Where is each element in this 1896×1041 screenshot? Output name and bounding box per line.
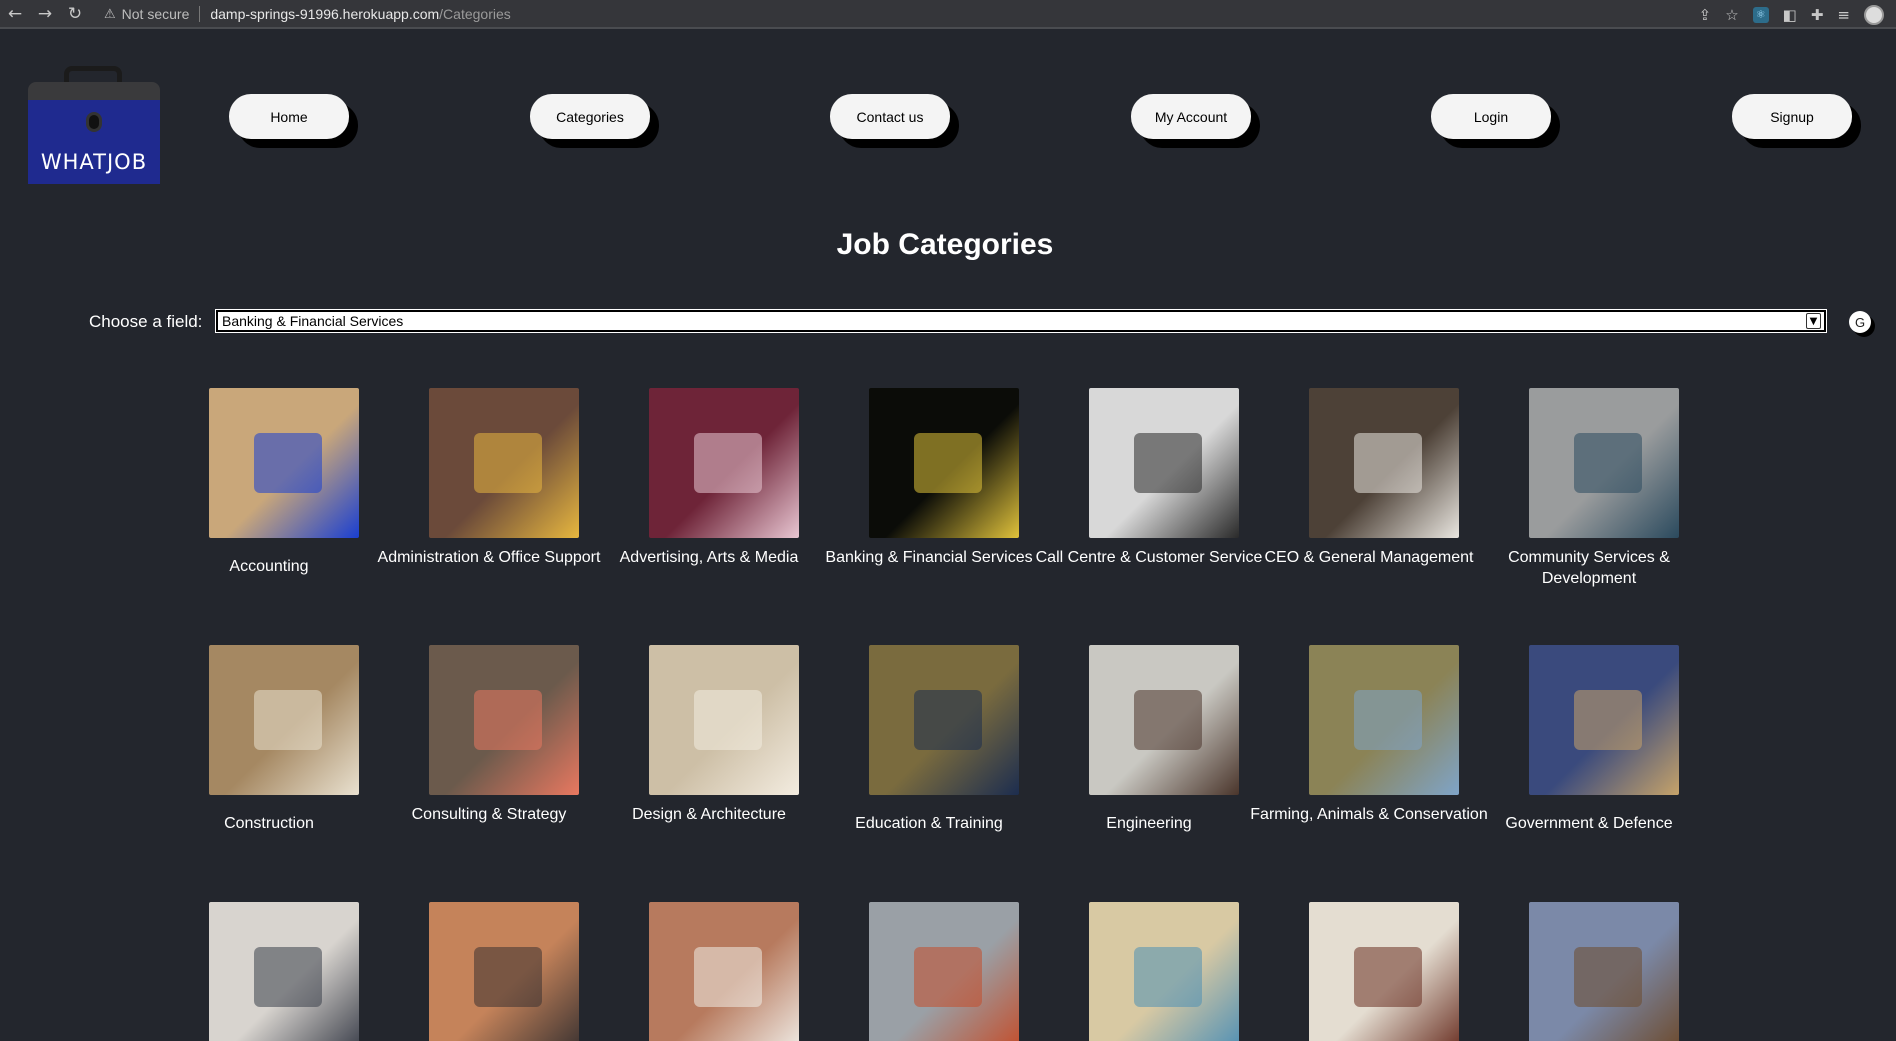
category-image[interactable] [649,388,799,538]
category-label[interactable]: Call Centre & Customer Service [1029,547,1269,568]
category-image[interactable] [1089,902,1239,1041]
category-image[interactable] [1309,645,1459,795]
category-image-detail [254,947,322,1007]
category-image-detail [254,433,322,493]
category-image-detail [694,947,762,1007]
category-image-detail [914,433,982,493]
category-image[interactable] [869,388,1019,538]
category-image[interactable] [1309,388,1459,538]
category-image-detail [474,947,542,1007]
back-icon[interactable]: ← [0,0,30,28]
reload-icon[interactable]: ↻ [60,0,90,28]
category-image-detail [254,690,322,750]
category-image-detail [1354,690,1422,750]
go-button[interactable]: G [1849,311,1871,333]
category-label[interactable]: Accounting [149,556,389,577]
category-image[interactable] [1309,902,1459,1041]
warning-icon: ⚠ [104,6,116,22]
category-image-detail [1354,947,1422,1007]
category-image[interactable] [209,388,359,538]
category-image-detail [1354,433,1422,493]
category-image[interactable] [209,645,359,795]
category-label[interactable]: Government & Defence [1469,813,1709,834]
react-extension-icon[interactable]: ⚛ [1752,6,1769,23]
bookmark-star-icon[interactable]: ☆ [1725,6,1738,24]
category-image[interactable] [1529,645,1679,795]
nav-signup-button[interactable]: Signup [1732,94,1852,139]
category-image-detail [1574,433,1642,493]
category-image-detail [914,690,982,750]
category-image[interactable] [1089,645,1239,795]
category-image[interactable] [429,902,579,1041]
category-label[interactable]: Construction [149,813,389,834]
category-image-detail [694,690,762,750]
category-label[interactable]: Banking & Financial Services [809,547,1049,568]
extension-icon[interactable]: ◧ [1783,6,1797,24]
category-image[interactable] [649,902,799,1041]
security-status: Not secure [121,6,190,22]
puzzle-icon[interactable]: ✚ [1811,6,1824,24]
category-image[interactable] [1529,388,1679,538]
nav-login-button[interactable]: Login [1431,94,1551,139]
page-title: Job Categories [836,228,1054,261]
choose-field-label: Choose a field: [89,312,203,331]
category-image[interactable] [429,388,579,538]
field-select-value: Banking & Financial Services [222,313,404,329]
address-bar[interactable]: ⚠ Not secure damp-springs-91996.herokuap… [104,1,511,27]
logo-text: WHATJOB [40,150,148,174]
profile-avatar[interactable] [1864,4,1884,25]
category-image-detail [474,433,542,493]
category-image[interactable] [209,902,359,1041]
category-label[interactable]: Farming, Animals & Conservation [1249,804,1489,825]
address-separator [199,6,201,22]
url-path: /Categories [439,6,511,22]
url-host: damp-springs-91996.herokuapp.com [210,6,440,22]
category-image-detail [914,947,982,1007]
nav-categories-button[interactable]: Categories [530,94,650,139]
category-image[interactable] [649,645,799,795]
nav-my-account-button[interactable]: My Account [1131,94,1251,139]
nav-contact-button[interactable]: Contact us [830,94,950,139]
whatjob-logo[interactable]: WHATJOB [28,66,160,184]
reading-list-icon[interactable]: ≡ [1837,6,1850,24]
category-image-detail [1134,690,1202,750]
category-label[interactable]: Education & Training [809,813,1049,834]
category-label[interactable]: Design & Architecture [589,804,829,825]
category-image-detail [1134,433,1202,493]
category-image-detail [1574,690,1642,750]
category-label[interactable]: Administration & Office Support [369,547,609,568]
field-select[interactable]: Banking & Financial Services ▼ [215,309,1827,333]
category-image[interactable] [869,902,1019,1041]
chevron-down-icon: ▼ [1806,313,1821,329]
forward-icon[interactable]: → [30,0,60,28]
category-image[interactable] [1529,902,1679,1041]
category-image[interactable] [869,645,1019,795]
category-label[interactable]: Consulting & Strategy [369,804,609,825]
toolbar-icons: ⇪ ☆ ⚛ ◧ ✚ ≡ [1699,0,1884,29]
browser-toolbar: ← → ↻ ⚠ Not secure damp-springs-91996.he… [0,0,1896,29]
category-image[interactable] [429,645,579,795]
category-label[interactable]: Engineering [1029,813,1269,834]
category-image[interactable] [1089,388,1239,538]
share-icon[interactable]: ⇪ [1699,6,1712,24]
category-label[interactable]: Advertising, Arts & Media [589,547,829,568]
category-image-detail [694,433,762,493]
lock-icon [86,112,102,132]
category-label[interactable]: Community Services & Development [1469,547,1709,589]
category-image-detail [474,690,542,750]
category-image-detail [1134,947,1202,1007]
nav-home-button[interactable]: Home [229,94,349,139]
category-image-detail [1574,947,1642,1007]
category-label[interactable]: CEO & General Management [1249,547,1489,568]
